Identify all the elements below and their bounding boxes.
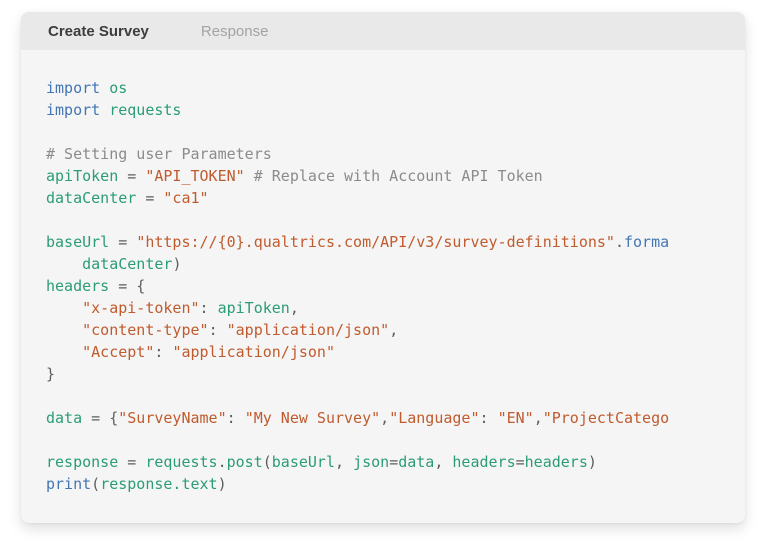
code-token-id: apiToken <box>46 167 119 185</box>
code-token-pln <box>46 255 82 273</box>
code-token-id: data <box>46 409 83 427</box>
code-token-id: requests <box>145 453 218 471</box>
code-token-id: response <box>46 453 119 471</box>
code-sample-card: Create Survey Response import os import r… <box>21 12 745 523</box>
code-token-pln <box>46 299 82 317</box>
code-line: apiToken = "API_TOKEN" # Replace with Ac… <box>46 165 725 187</box>
code-token-id: headers <box>524 453 588 471</box>
code-token-pln: : <box>199 299 218 317</box>
code-token-pln: : <box>208 321 227 339</box>
code-token-id: baseUrl <box>46 233 110 251</box>
code-token-id: json <box>353 453 390 471</box>
code-token-id: dataCenter <box>46 189 137 207</box>
code-token-pln: ( <box>91 475 101 493</box>
code-token-pln: = <box>136 189 164 207</box>
code-token-id: baseUrl <box>271 453 335 471</box>
code-line: import requests <box>46 99 725 121</box>
code-line: headers = { <box>46 275 725 297</box>
code-token-str: "application/json" <box>226 321 390 339</box>
code-token-pln <box>46 343 82 361</box>
code-token-id: requests <box>109 101 182 119</box>
code-token-str: "My New Survey" <box>244 409 381 427</box>
code-token-com: # Replace with Account API Token <box>244 167 543 185</box>
code-line: dataCenter) <box>46 253 725 275</box>
code-block: import os import requests # Setting user … <box>21 50 745 523</box>
code-token-pln: ) <box>217 475 227 493</box>
code-token-pln: : <box>154 343 173 361</box>
code-line: } <box>46 363 725 385</box>
code-token-pln <box>46 321 82 339</box>
code-token-pln: } <box>46 365 56 383</box>
code-token-id: headers <box>452 453 516 471</box>
code-token-pln: = { <box>109 277 146 295</box>
code-token-pln: = <box>389 453 399 471</box>
code-token-pln: = <box>118 453 146 471</box>
code-token-pln: . <box>614 233 624 251</box>
code-token-pln: ( <box>262 453 272 471</box>
code-token-id: headers <box>46 277 110 295</box>
code-token-str: "Language" <box>389 409 480 427</box>
code-token-pln <box>100 101 109 119</box>
code-token-pln: : <box>226 409 245 427</box>
code-line: print(response.text) <box>46 473 725 495</box>
code-line: dataCenter = "ca1" <box>46 187 725 209</box>
code-token-str: "content-type" <box>82 321 209 339</box>
code-token-pln: , <box>289 299 299 317</box>
code-token-pln: , <box>389 321 399 339</box>
code-token-kw: forma <box>623 233 670 251</box>
code-token-id: response.text <box>100 475 218 493</box>
code-token-str: "EN" <box>497 409 534 427</box>
code-token-id: data <box>398 453 435 471</box>
tab-response[interactable]: Response <box>201 23 269 40</box>
code-token-id: os <box>109 79 128 97</box>
code-line: # Setting user Parameters <box>46 143 725 165</box>
code-token-pln: , <box>533 409 543 427</box>
code-token-pln: ) <box>172 255 182 273</box>
code-token-pln: ) <box>587 453 597 471</box>
code-token-str: "ProjectCatego <box>542 409 670 427</box>
code-line: baseUrl = "https://{0}.qualtrics.com/API… <box>46 231 725 253</box>
code-line: "content-type": "application/json", <box>46 319 725 341</box>
code-token-str: "API_TOKEN" <box>145 167 245 185</box>
code-line: data = {"SurveyName": "My New Survey","L… <box>46 407 725 429</box>
code-token-pln <box>100 79 109 97</box>
code-token-pln: = <box>109 233 137 251</box>
code-token-com: # Setting user Parameters <box>46 145 272 163</box>
code-token-pln: , <box>434 453 453 471</box>
code-token-str: "SurveyName" <box>118 409 227 427</box>
code-token-kw: import <box>46 79 101 97</box>
code-token-str: "ca1" <box>163 189 209 207</box>
code-token-kw: print <box>46 475 92 493</box>
code-token-id: dataCenter <box>82 255 173 273</box>
code-token-str: "https://{0}.qualtrics.com/API/v3/survey… <box>136 233 615 251</box>
code-token-str: "Accept" <box>82 343 155 361</box>
code-token-str: "x-api-token" <box>82 299 200 317</box>
code-token-pln: = { <box>82 409 119 427</box>
code-token-pln: : <box>479 409 498 427</box>
code-token-pln: . <box>217 453 227 471</box>
code-token-id: post <box>226 453 263 471</box>
code-token-str: "application/json" <box>172 343 335 361</box>
code-token-id: apiToken <box>217 299 290 317</box>
code-token-pln: , <box>380 409 390 427</box>
code-line: import os <box>46 77 725 99</box>
tab-create-survey[interactable]: Create Survey <box>48 23 149 40</box>
code-line: response = requests.post(baseUrl, json=d… <box>46 451 725 473</box>
tab-bar: Create Survey Response <box>21 12 745 50</box>
code-token-kw: import <box>46 101 101 119</box>
code-line: "Accept": "application/json" <box>46 341 725 363</box>
code-line: "x-api-token": apiToken, <box>46 297 725 319</box>
code-token-pln: = <box>118 167 146 185</box>
code-token-pln: = <box>515 453 525 471</box>
code-token-pln: , <box>335 453 354 471</box>
